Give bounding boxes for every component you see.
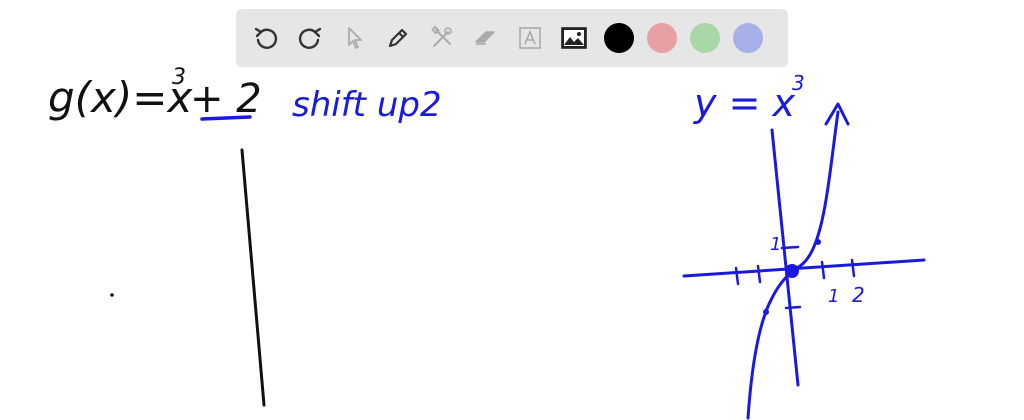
- eraser-button[interactable]: [466, 18, 506, 58]
- tools-button[interactable]: [422, 18, 462, 58]
- color-black-swatch[interactable]: [604, 23, 634, 53]
- color-red-swatch[interactable]: [647, 23, 677, 53]
- drawing-toolbar: [236, 9, 788, 67]
- text-box-icon: [519, 27, 541, 49]
- undo-icon: [254, 27, 278, 49]
- pen-icon: [388, 28, 408, 48]
- image-button[interactable]: [554, 18, 594, 58]
- pen-button[interactable]: [378, 18, 418, 58]
- select-pointer-icon: [348, 27, 362, 49]
- image-icon: [561, 27, 587, 49]
- select-button[interactable]: [334, 18, 374, 58]
- color-blue-swatch[interactable]: [733, 23, 763, 53]
- redo-icon: [298, 27, 322, 49]
- tools-icon: [431, 25, 452, 47]
- eraser-icon: [475, 31, 495, 45]
- undo-button[interactable]: [246, 18, 286, 58]
- redo-button[interactable]: [290, 18, 330, 58]
- text-box-button[interactable]: [510, 18, 550, 58]
- color-green-swatch[interactable]: [690, 23, 720, 53]
